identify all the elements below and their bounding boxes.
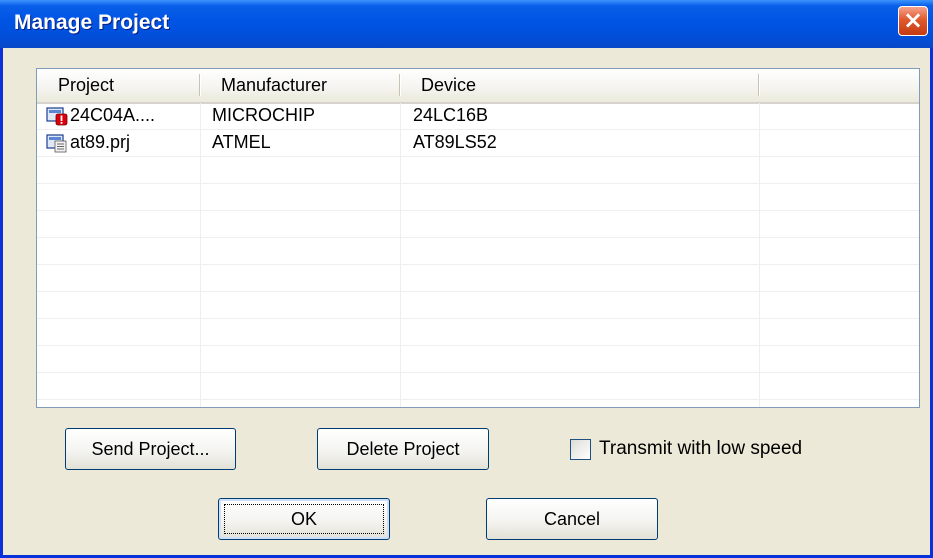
project-file-icon [46, 134, 67, 153]
transmit-low-speed-label[interactable]: Transmit with low speed [599, 438, 802, 460]
dialog-title: Manage Project [14, 11, 170, 34]
ok-button[interactable]: OK [218, 498, 390, 540]
close-icon: × [902, 6, 924, 34]
empty-row [37, 373, 919, 400]
cancel-button[interactable]: Cancel [486, 498, 658, 540]
delete-project-button[interactable]: Delete Project [317, 428, 489, 470]
cell-manufacturer: MICROCHIP [212, 105, 315, 125]
empty-row [37, 265, 919, 292]
cell-device: AT89LS52 [413, 132, 497, 152]
column-header-project[interactable]: Project [37, 69, 199, 102]
column-header-device[interactable]: Device [400, 69, 758, 102]
table-row[interactable]: 24C04A.... MICROCHIP 24LC16B [37, 103, 919, 130]
empty-row [37, 238, 919, 265]
title-bar[interactable]: Manage Project × [0, 0, 933, 48]
empty-row [37, 319, 919, 346]
send-project-button[interactable]: Send Project... [65, 428, 236, 470]
cell-manufacturer: ATMEL [212, 132, 271, 152]
project-warning-icon [46, 107, 68, 126]
table-row[interactable]: at89.prj ATMEL AT89LS52 [37, 130, 919, 157]
empty-row [37, 292, 919, 319]
empty-row [37, 211, 919, 238]
empty-row [37, 184, 919, 211]
column-header-empty [759, 69, 919, 102]
list-header: Project Manufacturer Device [37, 69, 919, 104]
cell-project: at89.prj [70, 132, 131, 152]
empty-row [37, 346, 919, 373]
close-button[interactable]: × [898, 6, 928, 36]
empty-row [37, 157, 919, 184]
column-header-manufacturer[interactable]: Manufacturer [200, 69, 399, 102]
transmit-low-speed-checkbox[interactable] [570, 439, 591, 460]
manage-project-dialog: Manage Project × Project Manufacturer De… [0, 0, 933, 558]
cell-device: 24LC16B [413, 105, 489, 125]
focus-rectangle [224, 504, 384, 534]
cell-project: 24C04A.... [70, 105, 156, 125]
project-list[interactable]: Project Manufacturer Device 24C04A.... M… [36, 68, 920, 408]
